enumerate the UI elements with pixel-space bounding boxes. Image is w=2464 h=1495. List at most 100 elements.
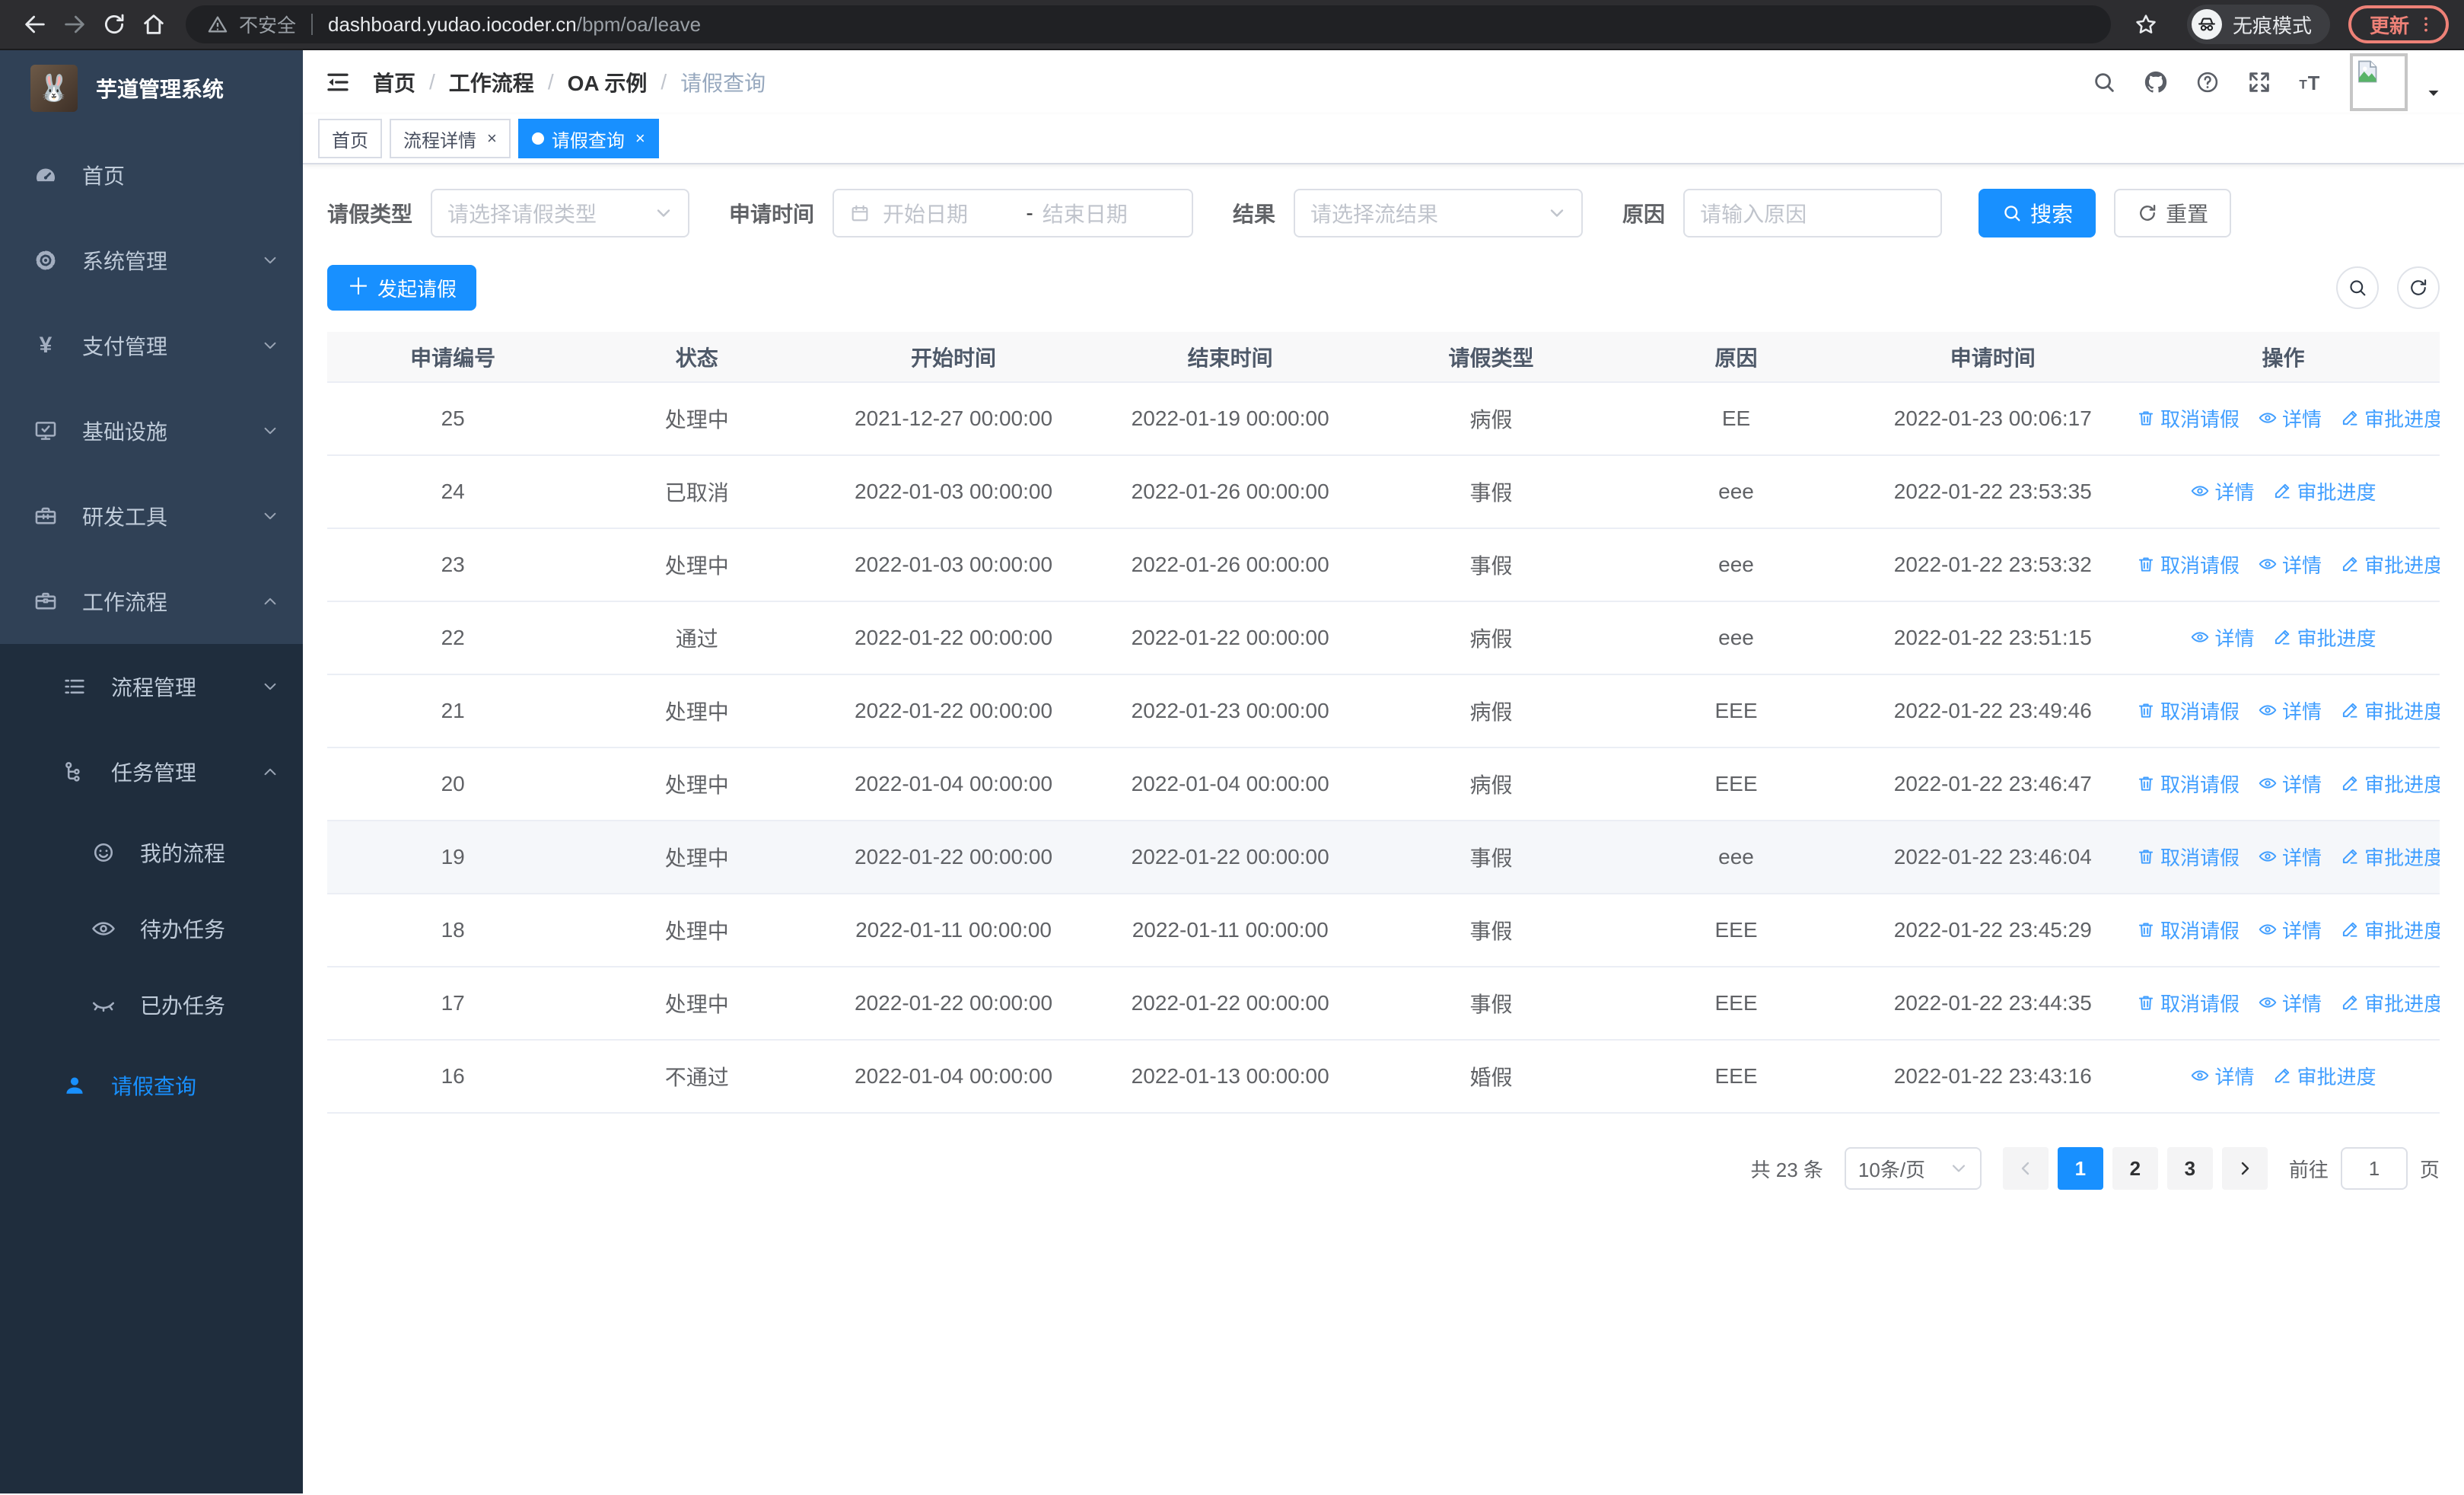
- font-size-icon[interactable]: TT: [2298, 69, 2324, 95]
- cell-status: 处理中: [578, 894, 816, 967]
- action-detail-link[interactable]: 详情: [2258, 916, 2322, 944]
- action-detail-link[interactable]: 详情: [2258, 989, 2322, 1017]
- page-button-3[interactable]: 3: [2166, 1147, 2213, 1190]
- reason-input[interactable]: 请输入原因: [1683, 189, 1943, 237]
- eye-icon: [2258, 993, 2278, 1012]
- action-detail-link[interactable]: 详情: [2258, 550, 2322, 579]
- toggle-search-button[interactable]: [2335, 266, 2379, 309]
- sidebar-filler: [0, 1128, 303, 1493]
- action-cancel-link[interactable]: 取消请假: [2136, 989, 2240, 1017]
- sidebar-item-process-mgmt[interactable]: 流程管理: [0, 644, 303, 729]
- prev-page-button[interactable]: [2002, 1147, 2049, 1190]
- page-unit-label: 页: [2419, 1158, 2440, 1181]
- action-cancel-link[interactable]: 取消请假: [2136, 696, 2240, 725]
- cell-apply-time: 2022-01-22 23:53:35: [1858, 455, 2128, 529]
- forward-icon[interactable]: [55, 5, 94, 44]
- action-detail-link[interactable]: 详情: [2258, 404, 2322, 432]
- sidebar-item-done-tasks[interactable]: 已办任务: [0, 967, 303, 1043]
- action-detail-link[interactable]: 详情: [2258, 770, 2322, 798]
- refresh-table-button[interactable]: [2396, 266, 2440, 309]
- fullscreen-icon[interactable]: [2246, 69, 2272, 95]
- sidebar-item-payment[interactable]: ¥ 支付管理: [0, 303, 303, 388]
- action-detail-link[interactable]: 详情: [2258, 696, 2322, 725]
- cell-id: 18: [327, 894, 579, 967]
- action-cancel-link[interactable]: 取消请假: [2136, 916, 2240, 944]
- address-bar[interactable]: 不安全 dashboard.yudao.iocoder.cn/bpm/oa/le…: [186, 5, 2111, 43]
- action-progress-link[interactable]: 审批进度: [2340, 843, 2440, 871]
- leave-type-select[interactable]: 请选择请假类型: [431, 189, 690, 237]
- sidebar-item-dev-tools[interactable]: 研发工具: [0, 473, 303, 559]
- cell-leave-type: 事假: [1368, 821, 1614, 894]
- tab-process-detail[interactable]: 流程详情 ×: [390, 119, 511, 158]
- action-progress-link[interactable]: 审批进度: [2340, 404, 2440, 432]
- apply-time-field: 申请时间 开始日期 - 结束日期: [729, 189, 1194, 237]
- back-icon[interactable]: [15, 5, 55, 44]
- action-progress-link[interactable]: 审批进度: [2340, 550, 2440, 579]
- caret-down-icon[interactable]: [2424, 84, 2443, 102]
- action-progress-link[interactable]: 审批进度: [2340, 989, 2440, 1017]
- goto-page-input[interactable]: 1: [2340, 1147, 2408, 1190]
- action-detail-link[interactable]: 详情: [2190, 623, 2254, 652]
- sidebar-toggle-icon[interactable]: [324, 69, 352, 96]
- trash-icon: [2136, 700, 2156, 720]
- action-detail-link[interactable]: 详情: [2190, 477, 2254, 505]
- page-size-select[interactable]: 10条/页: [1844, 1147, 1982, 1190]
- action-cancel-link[interactable]: 取消请假: [2136, 404, 2240, 432]
- page-button-1[interactable]: 1: [2057, 1147, 2103, 1190]
- sidebar-item-workflow[interactable]: 工作流程: [0, 559, 303, 644]
- home-icon[interactable]: [134, 5, 173, 44]
- app-logo[interactable]: 🐰 芋道管理系统: [0, 50, 303, 126]
- result-select[interactable]: 请选择流结果: [1294, 189, 1584, 237]
- cell-actions: 取消请假 详情 审批进度: [2127, 674, 2440, 748]
- sidebar-item-system[interactable]: 系统管理: [0, 218, 303, 303]
- eye-open-icon: [88, 915, 119, 942]
- action-progress-link[interactable]: 审批进度: [2340, 696, 2440, 725]
- sidebar-item-home[interactable]: 首页: [0, 132, 303, 218]
- sidebar-item-my-process[interactable]: 我的流程: [0, 814, 303, 891]
- github-icon[interactable]: [2143, 69, 2169, 95]
- breadcrumb-item[interactable]: 首页: [373, 67, 415, 97]
- search-icon[interactable]: [2091, 69, 2117, 95]
- action-cancel-link[interactable]: 取消请假: [2136, 770, 2240, 798]
- sidebar-item-task-mgmt[interactable]: 任务管理: [0, 729, 303, 814]
- reload-icon[interactable]: [94, 5, 134, 44]
- next-page-button[interactable]: [2221, 1147, 2268, 1190]
- edit-icon: [2340, 993, 2360, 1012]
- avatar[interactable]: [2349, 53, 2408, 111]
- help-icon[interactable]: [2195, 69, 2220, 95]
- cell-actions: 取消请假 详情 审批进度: [2127, 967, 2440, 1041]
- update-label: 更新: [2369, 14, 2409, 37]
- bookmark-star-icon[interactable]: [2126, 5, 2166, 44]
- action-progress-link[interactable]: 审批进度: [2272, 1062, 2376, 1090]
- sidebar-item-todo-tasks[interactable]: 待办任务: [0, 891, 303, 967]
- cell-reason: EEE: [1613, 894, 1859, 967]
- sidebar-item-leave-query[interactable]: 请假查询: [0, 1043, 303, 1128]
- tab-leave-query[interactable]: 请假查询 ×: [517, 119, 659, 158]
- close-tab-icon[interactable]: ×: [635, 129, 645, 148]
- action-detail-link[interactable]: 详情: [2258, 843, 2322, 871]
- sidebar-item-infrastructure[interactable]: 基础设施: [0, 388, 303, 473]
- trash-icon: [2136, 920, 2156, 939]
- eye-icon: [2258, 920, 2278, 939]
- apply-time-range-picker[interactable]: 开始日期 - 结束日期: [832, 189, 1194, 237]
- magnifier-icon: [2004, 206, 2020, 222]
- action-progress-link[interactable]: 审批进度: [2340, 770, 2440, 798]
- action-detail-link[interactable]: 详情: [2190, 1062, 2254, 1090]
- create-leave-button[interactable]: ＋ 发起请假: [327, 265, 477, 311]
- action-cancel-link[interactable]: 取消请假: [2136, 843, 2240, 871]
- edit-icon: [2340, 408, 2360, 428]
- browser-update-button[interactable]: 更新: [2348, 5, 2449, 43]
- page-button-2[interactable]: 2: [2112, 1147, 2158, 1190]
- action-progress-link[interactable]: 审批进度: [2272, 477, 2376, 505]
- close-tab-icon[interactable]: ×: [487, 129, 497, 148]
- action-progress-link[interactable]: 审批进度: [2272, 623, 2376, 652]
- briefcase-icon: [30, 588, 61, 615]
- search-button[interactable]: 搜索: [1979, 189, 2096, 237]
- breadcrumb-item[interactable]: OA 示例: [568, 67, 648, 97]
- reset-button[interactable]: 重置: [2114, 189, 2232, 237]
- cell-reason: EEE: [1613, 1040, 1859, 1114]
- action-cancel-link[interactable]: 取消请假: [2136, 550, 2240, 579]
- action-progress-link[interactable]: 审批进度: [2340, 916, 2440, 944]
- tab-home[interactable]: 首页: [318, 119, 382, 158]
- breadcrumb-item[interactable]: 工作流程: [449, 67, 534, 97]
